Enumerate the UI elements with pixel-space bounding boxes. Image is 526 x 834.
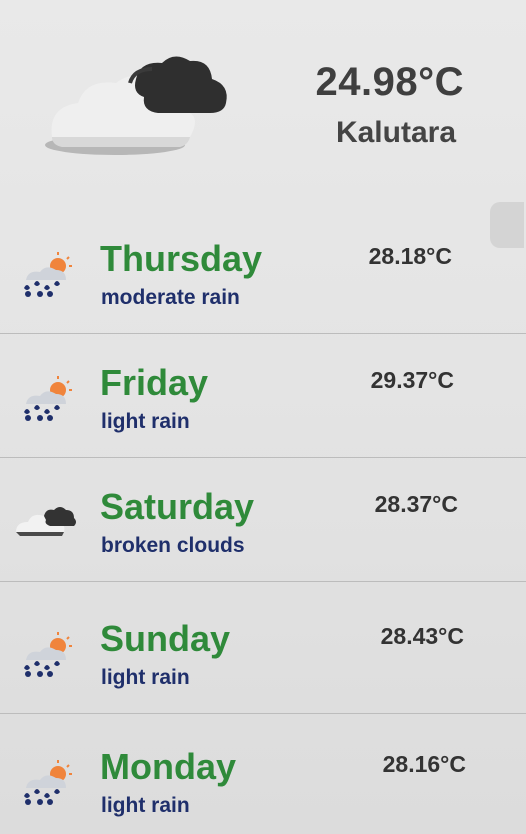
rain-sun-icon xyxy=(24,760,72,805)
forecast-day: Monday xyxy=(100,746,237,787)
forecast-row-thursday[interactable]: Thursday moderate rain 28.18°C xyxy=(0,210,526,334)
forecast-row-friday[interactable]: Friday light rain 29.37°C xyxy=(0,334,526,458)
rain-sun-icon xyxy=(24,252,72,297)
forecast-description: light rain xyxy=(101,410,190,433)
current-temperature: 24.98°C xyxy=(315,60,464,104)
forecast-row-saturday[interactable]: Saturday broken clouds 28.37°C xyxy=(0,458,526,582)
forecast-row-sunday[interactable]: Sunday light rain 28.43°C xyxy=(0,590,526,714)
current-city: Kalutara xyxy=(335,116,456,149)
current-weather-header: 24.98°C Kalutara xyxy=(0,0,526,200)
rain-sun-icon xyxy=(24,376,72,421)
forecast-temperature: 28.37°C xyxy=(374,491,458,517)
forecast-day: Sunday xyxy=(100,618,231,659)
forecast-temperature: 28.43°C xyxy=(380,623,464,649)
forecast-description: light rain xyxy=(101,666,190,689)
rain-sun-icon xyxy=(24,632,72,677)
weather-screen: 24.98°C Kalutara Thursday moderate rain … xyxy=(0,0,526,834)
forecast-day: Saturday xyxy=(100,486,255,527)
forecast-description: light rain xyxy=(101,794,190,817)
forecast-day: Friday xyxy=(100,362,209,403)
forecast-temperature: 28.18°C xyxy=(368,243,452,269)
forecast-description: broken clouds xyxy=(101,534,245,557)
forecast-description: moderate rain xyxy=(101,286,240,309)
forecast-temperature: 28.16°C xyxy=(382,751,466,777)
broken-clouds-large-icon xyxy=(45,56,227,155)
forecast-row-monday[interactable]: Monday light rain 28.16°C xyxy=(0,718,526,834)
forecast-day: Thursday xyxy=(100,238,263,279)
broken-clouds-icon xyxy=(16,507,76,536)
forecast-temperature: 29.37°C xyxy=(370,367,454,393)
